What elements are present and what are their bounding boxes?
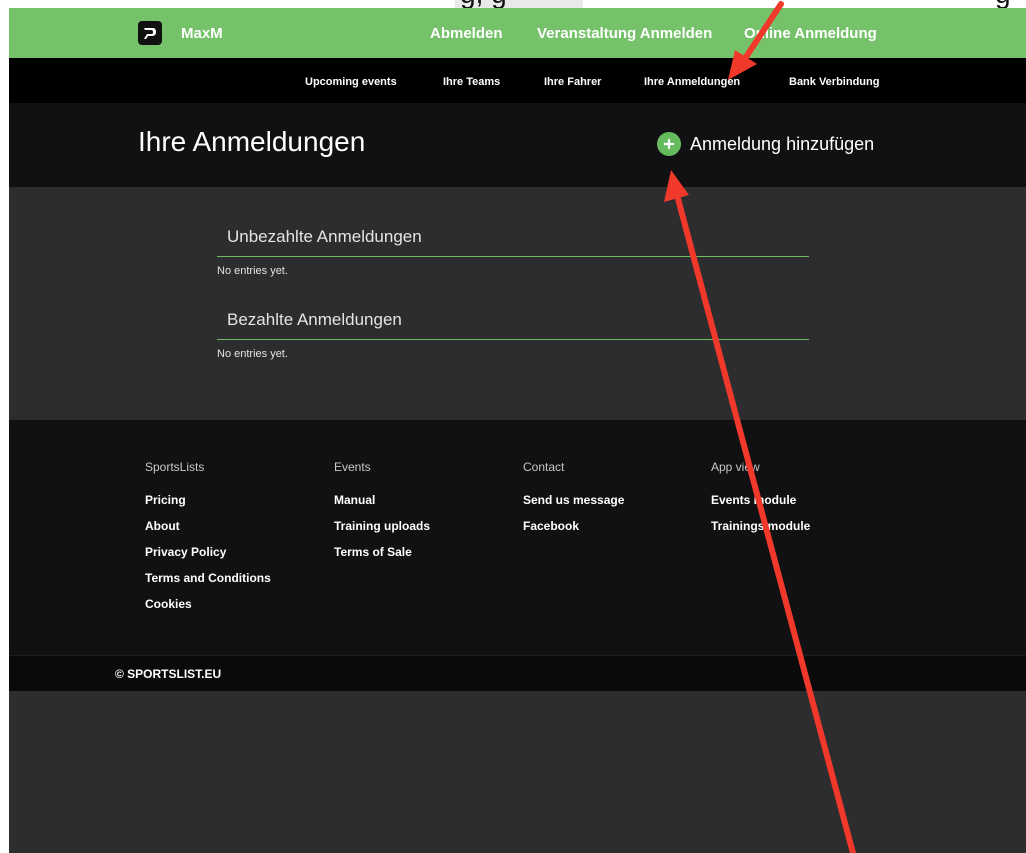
subnav-ihre-anmeldungen[interactable]: Ihre Anmeldungen bbox=[644, 76, 740, 88]
subnav-upcoming-events[interactable]: Upcoming events bbox=[305, 76, 397, 88]
footer-heading: Contact bbox=[523, 460, 565, 474]
footer-link-about[interactable]: About bbox=[145, 519, 271, 545]
footer-link-privacy[interactable]: Privacy Policy bbox=[145, 545, 271, 571]
nav-abmelden[interactable]: Abmelden bbox=[430, 25, 503, 42]
empty-message: No entries yet. bbox=[217, 348, 288, 360]
footer-link-terms-of-sale[interactable]: Terms of Sale bbox=[334, 545, 430, 571]
top-strip: g, g g bbox=[0, 0, 1026, 8]
footer-heading: Events bbox=[334, 460, 371, 474]
section-unpaid: Unbezahlte Anmeldungen No entries yet. bbox=[217, 227, 809, 277]
page: MaxM Abmelden Veranstaltung Anmelden Onl… bbox=[9, 8, 1026, 853]
footer-heading: SportsLists bbox=[145, 460, 205, 474]
copyright-bar: © SPORTSLIST.EU bbox=[9, 655, 1026, 691]
footer-col-events: Events Manual Training uploads Terms of … bbox=[334, 460, 430, 571]
subnav-ihre-teams[interactable]: Ihre Teams bbox=[443, 76, 500, 88]
footer-link-training-uploads[interactable]: Training uploads bbox=[334, 519, 430, 545]
section-divider bbox=[217, 256, 809, 257]
footer-col-sportslists: SportsLists Pricing About Privacy Policy… bbox=[145, 460, 271, 623]
page-title: Ihre Anmeldungen bbox=[138, 126, 366, 157]
brand-logo-icon[interactable] bbox=[138, 21, 162, 45]
add-registration-button[interactable]: Anmeldung hinzufügen bbox=[657, 132, 874, 156]
nav-veranstaltung-anmelden[interactable]: Veranstaltung Anmelden bbox=[537, 25, 712, 42]
footer-link-manual[interactable]: Manual bbox=[334, 493, 430, 519]
section-divider bbox=[217, 339, 809, 340]
top-navbar: MaxM Abmelden Veranstaltung Anmelden Onl… bbox=[9, 8, 1026, 58]
footer-link-pricing[interactable]: Pricing bbox=[145, 493, 271, 519]
brand-name[interactable]: MaxM bbox=[181, 25, 223, 42]
cropped-caption-right: g bbox=[995, 0, 1011, 8]
empty-message: No entries yet. bbox=[217, 265, 288, 277]
footer: SportsLists Pricing About Privacy Policy… bbox=[9, 420, 1026, 655]
main-content: Unbezahlte Anmeldungen No entries yet. B… bbox=[9, 187, 1026, 420]
footer-link-send-message[interactable]: Send us message bbox=[523, 493, 624, 519]
page-bottom bbox=[9, 691, 1026, 853]
cropped-caption-left: g, g bbox=[460, 0, 507, 8]
subnav-bank-verbindung[interactable]: Bank Verbindung bbox=[789, 76, 879, 88]
sub-navbar: Upcoming events Ihre Teams Ihre Fahrer I… bbox=[9, 58, 1026, 103]
subnav-ihre-fahrer[interactable]: Ihre Fahrer bbox=[544, 76, 601, 88]
footer-col-app-view: App view Events module Trainings module bbox=[711, 460, 810, 545]
footer-col-contact: Contact Send us message Facebook bbox=[523, 460, 624, 545]
footer-link-terms[interactable]: Terms and Conditions bbox=[145, 571, 271, 597]
section-paid: Bezahlte Anmeldungen No entries yet. bbox=[217, 310, 809, 360]
section-title: Unbezahlte Anmeldungen bbox=[227, 227, 422, 246]
copyright-text: © SPORTSLIST.EU bbox=[115, 667, 222, 681]
footer-heading: App view bbox=[711, 460, 760, 474]
add-registration-label: Anmeldung hinzufügen bbox=[690, 133, 875, 154]
section-title: Bezahlte Anmeldungen bbox=[227, 310, 402, 329]
page-header: Ihre Anmeldungen Anmeldung hinzufügen bbox=[9, 103, 1026, 187]
footer-link-trainings-module[interactable]: Trainings module bbox=[711, 519, 810, 545]
footer-link-events-module[interactable]: Events module bbox=[711, 493, 810, 519]
footer-link-facebook[interactable]: Facebook bbox=[523, 519, 624, 545]
plus-icon bbox=[657, 132, 681, 156]
nav-online-anmeldung[interactable]: Online Anmeldung bbox=[744, 25, 877, 42]
footer-link-cookies[interactable]: Cookies bbox=[145, 597, 271, 623]
